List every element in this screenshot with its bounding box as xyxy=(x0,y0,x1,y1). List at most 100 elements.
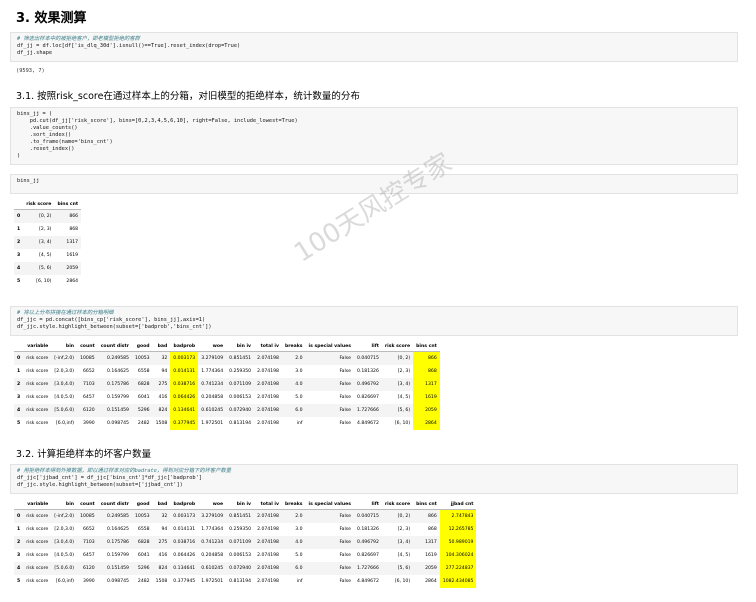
table-cell: 275 xyxy=(152,378,171,391)
table-cell: 10085 xyxy=(77,509,98,523)
code-line: df_jj.shape xyxy=(17,50,53,56)
table-cell: 6041 xyxy=(137,395,150,400)
table-cell: 868 xyxy=(413,365,440,378)
column-header: good xyxy=(131,342,153,352)
table-cell: [5, 6) xyxy=(23,262,55,275)
table-cell: 2864 xyxy=(413,417,440,430)
column-header: risk score xyxy=(381,342,414,352)
table-cell: 0.741234 xyxy=(198,378,227,391)
code-cell-jjbad[interactable]: # 用拒绝样本得到外推数据，即以通过样本对应的badrate，得到对应分箱下的坏… xyxy=(10,464,738,494)
table-cell: 866 xyxy=(413,351,440,365)
table-row: 2 risk score [3.0,4.0) 7103 0.175786 6828 275 0… xyxy=(14,378,440,391)
table-row: 1 [2, 3) 868 xyxy=(14,223,81,236)
row-index: 0 xyxy=(14,209,24,223)
table-cell: 277.224837 xyxy=(439,562,477,575)
table-cell: 10053 xyxy=(131,351,153,365)
table-cell: risk score xyxy=(26,527,49,532)
table-cell: 10053 xyxy=(131,509,153,523)
row-index: 1 xyxy=(17,369,21,374)
table-cell: [6, 10) xyxy=(394,421,411,426)
table-cell: inf xyxy=(296,579,303,584)
column-header: bin iv xyxy=(226,342,255,352)
table-cell: 5.0 xyxy=(295,553,303,558)
column-header: bin iv xyxy=(226,500,255,510)
table-row: 5 [6, 10) 2864 xyxy=(14,275,81,288)
row-index: 3 xyxy=(17,253,21,258)
table-row: 5 risk score [6.0,inf) 3990 0.098745 2482 1508… xyxy=(14,575,477,588)
table-cell: 2.074198 xyxy=(257,527,279,532)
table-cell: 0.204858 xyxy=(201,553,224,558)
table-cell: 4.0 xyxy=(281,378,306,391)
table-cell: 0.610245 xyxy=(198,404,227,417)
table-cell: [5.0,6.0) xyxy=(51,404,78,417)
table-cell: 1619 xyxy=(413,391,440,404)
table-cell: False xyxy=(305,351,354,365)
table-cell: 6652 xyxy=(82,527,95,532)
code-cell-concat[interactable]: # 将以上分布拼接在通过样本的分箱明细 df_jjc = pd.concat([b… xyxy=(10,306,738,336)
table-cell: [6, 10) xyxy=(36,279,52,284)
subsection-title-1: 3.1. 按照risk_score在通过样本上的分箱，对旧模型的拒绝样本，统计数… xyxy=(16,91,360,102)
column-header: woe xyxy=(198,500,227,510)
table-cell: 0.038716 xyxy=(170,378,199,391)
code-line: pd.cut(df_jj['risk_score'], bins=[0,2,3,… xyxy=(17,118,298,124)
table-row: 4 risk score [5.0,6.0) 6120 0.151459 5296 824 0… xyxy=(14,562,477,575)
table-cell: risk score xyxy=(23,404,52,417)
table-cell: 94 xyxy=(161,527,168,532)
table-cell: 866 xyxy=(413,509,440,523)
table-cell: [5, 6) xyxy=(381,562,414,575)
row-index: 3 xyxy=(17,553,21,558)
column-header: total iv xyxy=(254,500,282,510)
table-row: 2 risk score [3.0,4.0) 7103 0.175786 6828 275 0… xyxy=(14,536,477,549)
jjbad-table: variable bin count count distr good bad badpro… xyxy=(14,500,477,588)
table-cell: 2.074198 xyxy=(254,404,282,417)
code-line: # 用拒绝样本得到外推数据，即以通过样本对应的badrate，得到对应分箱下的坏… xyxy=(17,468,232,474)
code-cell-filter[interactable]: # 筛选出样本中的被拒绝客户，即老模型拒绝的客群 df_jj = df.loc[d… xyxy=(10,32,738,62)
table-cell: [6, 10) xyxy=(394,579,411,584)
table-cell: 7103 xyxy=(77,536,98,549)
table-cell: 6828 xyxy=(131,536,153,549)
table-cell: 2.074198 xyxy=(254,509,282,523)
table-row: 4 [5, 6) 2059 xyxy=(14,262,82,275)
table-cell: 0.071109 xyxy=(226,378,255,391)
table-cell: risk score xyxy=(23,378,52,391)
table-cell: 6652 xyxy=(82,369,95,374)
table-row: 3 risk score [4.0,5.0) 6457 0.159799 6041 416 0… xyxy=(14,391,440,404)
table-cell: 0.064426 xyxy=(170,391,199,404)
table-cell: [4, 5) xyxy=(39,253,52,258)
table-cell: 1317 xyxy=(54,236,82,249)
table-cell: 2.074198 xyxy=(254,378,282,391)
table-cell: 0.164625 xyxy=(107,527,129,532)
table-cell: [3, 4) xyxy=(23,236,55,249)
table-cell: 6120 xyxy=(77,562,98,575)
table-cell: 1508 xyxy=(155,579,168,584)
table-cell: 2.747843 xyxy=(439,509,477,523)
table-cell: [0, 2) xyxy=(23,209,55,223)
table-cell: [0, 2) xyxy=(381,509,414,523)
table-cell: risk score xyxy=(23,351,52,365)
table-cell: 2.074198 xyxy=(254,562,282,575)
column-header: count xyxy=(77,342,98,352)
table-cell: False xyxy=(339,421,351,426)
row-index: 2 xyxy=(14,236,24,249)
row-index: 4 xyxy=(14,404,24,417)
column-header: count distr xyxy=(97,500,132,510)
table-cell: [2, 3) xyxy=(397,527,411,532)
column-header: is special values xyxy=(305,500,354,510)
table-cell: 0.496792 xyxy=(353,536,382,549)
table-cell: 0.249585 xyxy=(97,351,132,365)
column-header: breaks xyxy=(281,342,306,352)
row-index: 4 xyxy=(14,562,24,575)
table-cell: 1619 xyxy=(66,253,79,258)
table-cell: 868 xyxy=(69,227,79,232)
table-cell: 3990 xyxy=(82,579,95,584)
table-cell: [-inf,2.0) xyxy=(51,351,78,365)
table-cell: False xyxy=(305,536,354,549)
table-cell: 32 xyxy=(152,351,171,365)
table-cell: 6558 xyxy=(137,527,150,532)
table-cell: False xyxy=(339,369,351,374)
column-header: count distr xyxy=(97,342,132,352)
table-cell: 0.134641 xyxy=(170,404,199,417)
table-cell: 3.279109 xyxy=(198,509,227,523)
code-cell-bins[interactable]: bins_jj = ( pd.cut(df_jj['risk_score'], … xyxy=(10,107,738,165)
table-cell: 0.259350 xyxy=(229,527,252,532)
